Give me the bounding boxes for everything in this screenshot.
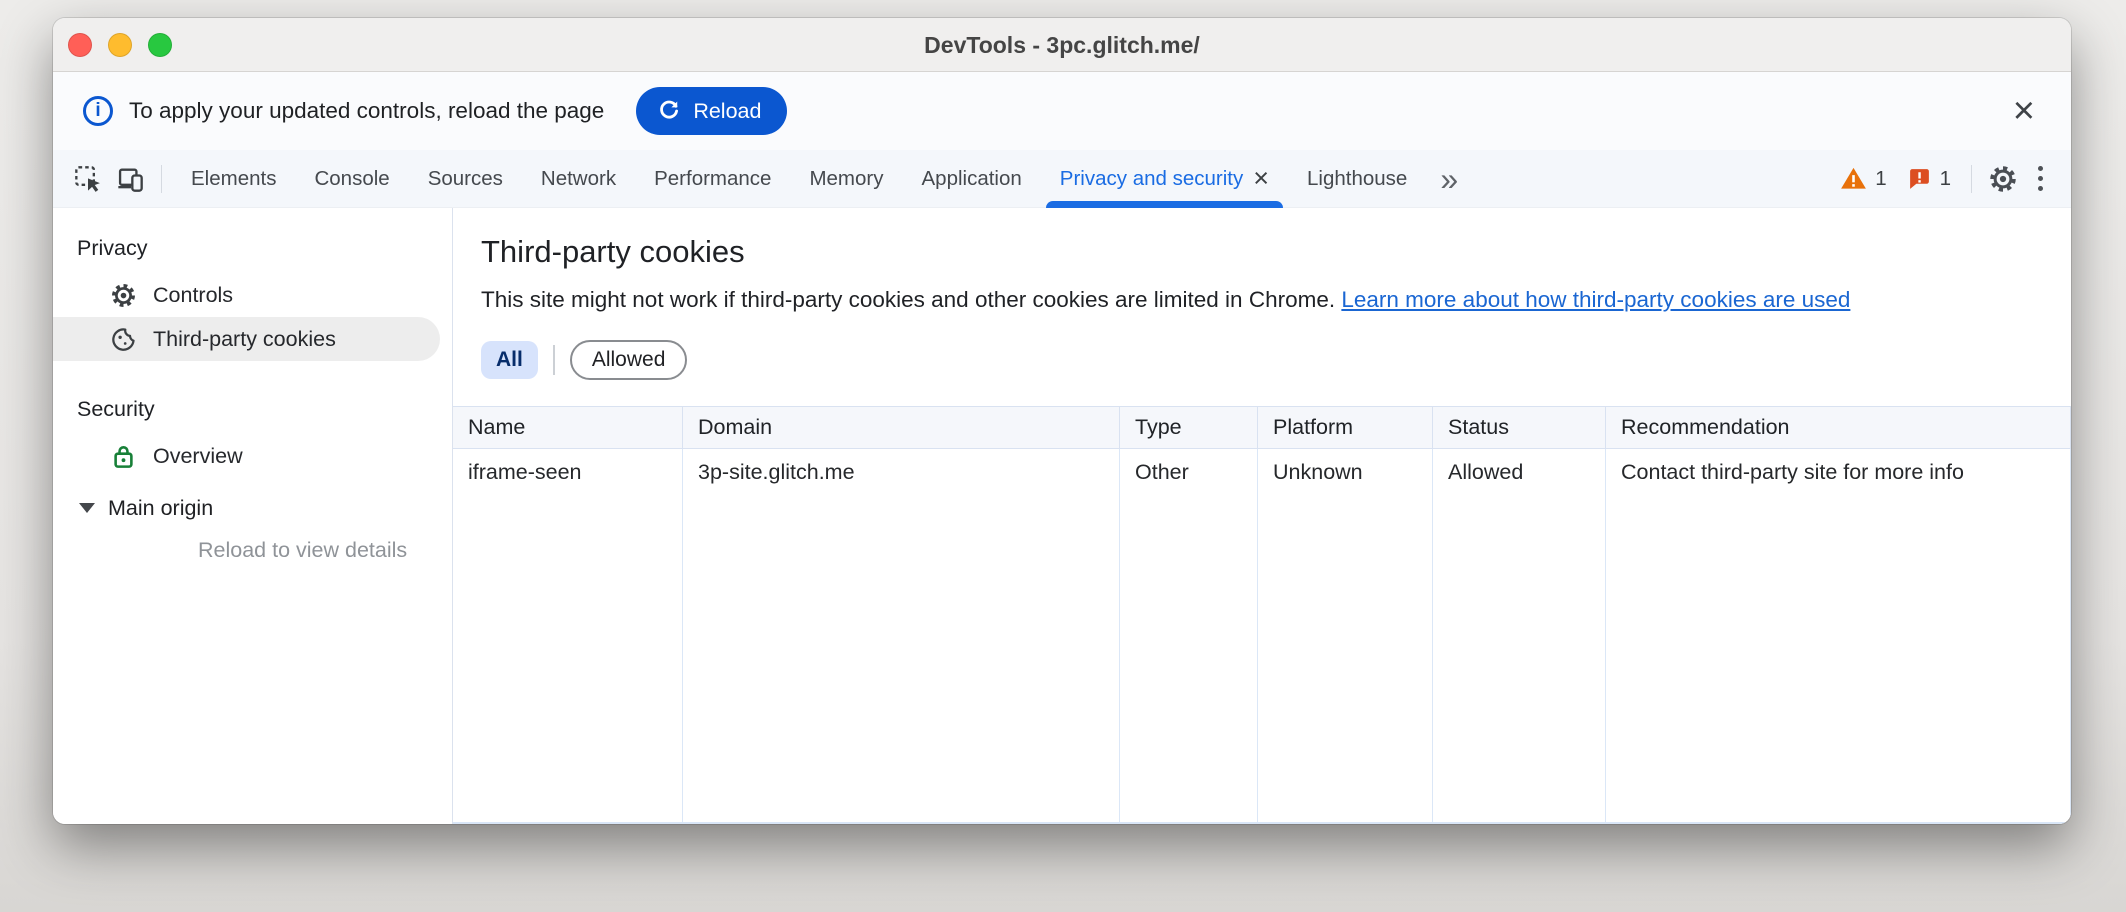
table-cell-recommendation[interactable]: Contact third-party site for more info — [1606, 449, 2071, 822]
column-header-recommendation[interactable]: Recommendation — [1606, 407, 2071, 448]
close-window-button[interactable] — [68, 33, 92, 57]
reload-button-label: Reload — [693, 99, 761, 124]
reload-button[interactable]: Reload — [636, 87, 787, 135]
cookie-icon — [110, 326, 137, 353]
sidebar-item-overview[interactable]: Overview — [53, 434, 440, 478]
sidebar-item-main-origin[interactable]: Main origin — [53, 486, 452, 530]
warnings-counter[interactable]: 1 — [1830, 165, 1896, 192]
tab-network[interactable]: Network — [522, 150, 635, 208]
third-party-cookies-panel: Third-party cookies This site might not … — [453, 208, 2071, 824]
table-cell-domain[interactable]: 3p-site.glitch.me — [683, 449, 1120, 822]
tab-console[interactable]: Console — [295, 150, 408, 208]
devtools-content: Privacy Controls — [53, 208, 2071, 824]
tab-elements[interactable]: Elements — [172, 150, 295, 208]
sidebar-item-controls[interactable]: Controls — [53, 273, 440, 317]
sidebar-item-label: Controls — [153, 283, 233, 308]
warning-triangle-icon — [1840, 165, 1867, 192]
toolbar-divider — [1971, 165, 1972, 193]
sidebar-item-label: Overview — [153, 444, 243, 469]
close-tab-icon[interactable]: × — [1253, 165, 1269, 192]
sidebar-item-label: Third-party cookies — [153, 327, 336, 352]
tab-privacy-and-security-label: Privacy and security — [1060, 167, 1243, 191]
table-header-row: Name Domain Type Platform Status Recomme… — [453, 407, 2071, 449]
window-title: DevTools - 3pc.glitch.me/ — [53, 18, 2071, 72]
inspect-element-icon[interactable] — [67, 158, 109, 200]
filter-chips: All Allowed — [481, 340, 2071, 380]
tab-performance[interactable]: Performance — [635, 150, 790, 208]
window-titlebar: DevTools - 3pc.glitch.me/ — [53, 18, 2071, 72]
lock-icon — [110, 443, 137, 470]
device-toolbar-icon[interactable] — [109, 158, 151, 200]
table-cell-platform[interactable]: Unknown — [1258, 449, 1433, 822]
page-title: Third-party cookies — [481, 234, 2071, 270]
sidebar-item-third-party-cookies[interactable]: Third-party cookies — [53, 317, 440, 361]
issue-bubble-icon — [1907, 166, 1932, 191]
cookies-table: Name Domain Type Platform Status Recomme… — [453, 406, 2071, 824]
table-cell-type[interactable]: Other — [1120, 449, 1258, 822]
reload-infobar: i To apply your updated controls, reload… — [53, 72, 2071, 150]
filter-chip-allowed[interactable]: Allowed — [570, 340, 688, 380]
issue-count: 1 — [1940, 167, 1951, 191]
column-header-type[interactable]: Type — [1120, 407, 1258, 448]
traffic-lights — [68, 33, 172, 57]
learn-more-link[interactable]: Learn more about how third-party cookies… — [1341, 287, 1850, 312]
tab-privacy-and-security[interactable]: Privacy and security × — [1041, 150, 1288, 208]
tab-lighthouse[interactable]: Lighthouse — [1288, 150, 1426, 208]
sidebar-section-security: Security — [53, 391, 452, 434]
warning-count: 1 — [1875, 167, 1886, 191]
filter-chip-all[interactable]: All — [481, 341, 538, 379]
devtools-toolbar: Elements Console Sources Network Perform… — [53, 150, 2071, 208]
column-header-platform[interactable]: Platform — [1258, 407, 1433, 448]
minimize-window-button[interactable] — [108, 33, 132, 57]
more-tabs-icon[interactable]: » — [1426, 163, 1472, 195]
toolbar-divider — [161, 165, 162, 193]
privacy-security-sidebar: Privacy Controls — [53, 208, 453, 824]
tab-memory[interactable]: Memory — [790, 150, 902, 208]
reload-icon — [656, 98, 682, 124]
more-options-icon[interactable] — [2024, 158, 2057, 199]
info-icon: i — [83, 96, 113, 126]
table-cell-status[interactable]: Allowed — [1433, 449, 1606, 822]
chevron-down-icon — [79, 503, 95, 513]
chip-divider — [553, 345, 555, 375]
description-text: This site might not work if third-party … — [481, 287, 1335, 312]
gear-icon — [110, 282, 137, 309]
column-header-name[interactable]: Name — [453, 407, 683, 448]
panel-description: This site might not work if third-party … — [481, 287, 2071, 313]
close-infobar-icon[interactable]: × — [2007, 92, 2041, 130]
settings-gear-icon[interactable] — [1982, 158, 2024, 200]
sidebar-item-label: Main origin — [108, 496, 213, 521]
table-cell-name[interactable]: iframe-seen — [453, 449, 683, 822]
issues-counter[interactable]: 1 — [1897, 166, 1961, 191]
infobar-message: To apply your updated controls, reload t… — [129, 98, 604, 124]
sidebar-note: Reload to view details — [53, 538, 452, 563]
tab-sources[interactable]: Sources — [409, 150, 522, 208]
sidebar-section-privacy: Privacy — [53, 230, 452, 273]
maximize-window-button[interactable] — [148, 33, 172, 57]
table-row: iframe-seen 3p-site.glitch.me Other Unkn… — [453, 449, 2071, 824]
column-header-status[interactable]: Status — [1433, 407, 1606, 448]
tab-application[interactable]: Application — [903, 150, 1041, 208]
column-header-domain[interactable]: Domain — [683, 407, 1120, 448]
devtools-window: DevTools - 3pc.glitch.me/ i To apply you… — [53, 18, 2071, 824]
